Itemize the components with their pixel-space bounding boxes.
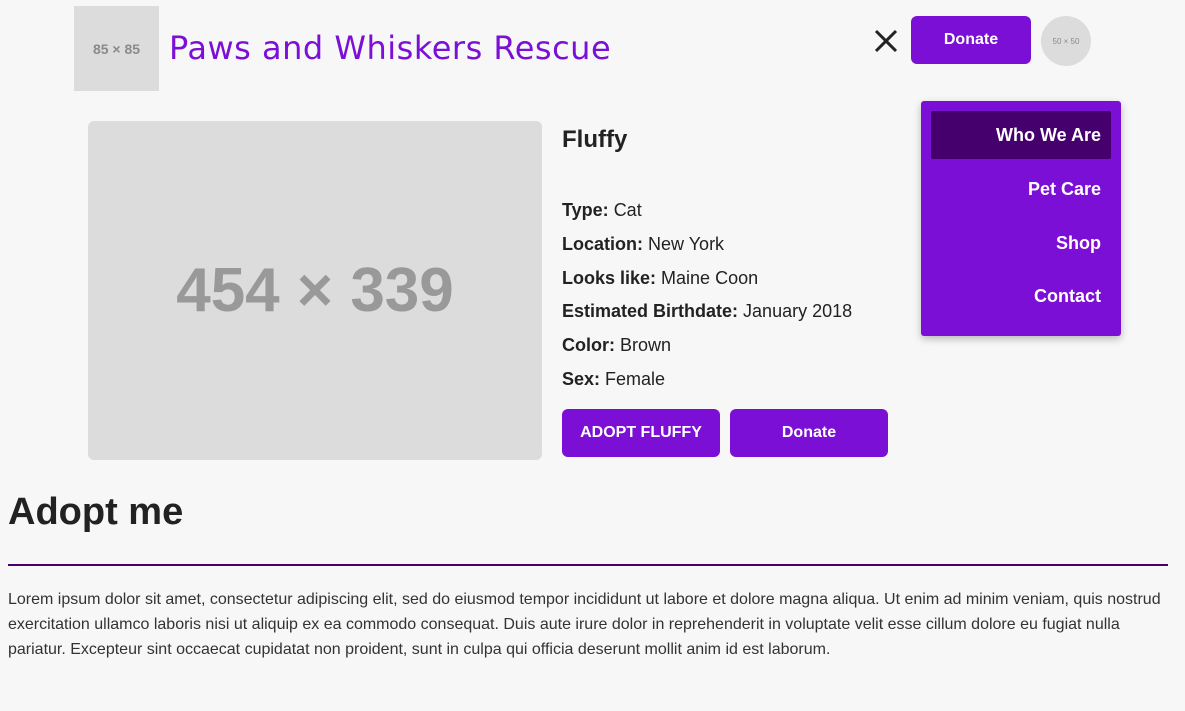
detail-label: Looks like: bbox=[562, 268, 657, 288]
pet-detail-color: Color: Brown bbox=[562, 333, 671, 357]
detail-value: January 2018 bbox=[743, 301, 853, 321]
close-menu-button[interactable] bbox=[871, 26, 901, 56]
menu-item-contact[interactable]: Contact bbox=[931, 272, 1111, 320]
pet-detail-location: Location: New York bbox=[562, 232, 724, 256]
adopt-button[interactable]: ADOPT FLUFFY bbox=[562, 409, 720, 457]
pet-detail-type: Type: Cat bbox=[562, 198, 642, 222]
close-icon bbox=[874, 29, 898, 53]
pet-donate-button[interactable]: Donate bbox=[730, 409, 888, 457]
section-divider bbox=[8, 564, 1168, 566]
detail-label: Estimated Birthdate: bbox=[562, 301, 739, 321]
menu-item-pet-care[interactable]: Pet Care bbox=[931, 165, 1111, 213]
avatar[interactable]: 50 × 50 bbox=[1041, 16, 1091, 66]
detail-value: New York bbox=[648, 234, 725, 254]
section-heading: Adopt me bbox=[8, 491, 184, 533]
detail-label: Type: bbox=[562, 200, 609, 220]
header-donate-button[interactable]: Donate bbox=[911, 16, 1031, 64]
detail-label: Location: bbox=[562, 234, 643, 254]
pet-name: Fluffy bbox=[562, 126, 628, 153]
section-body-text: Lorem ipsum dolor sit amet, consectetur … bbox=[8, 591, 1161, 658]
pet-detail-looks-like: Looks like: Maine Coon bbox=[562, 266, 758, 290]
pet-detail-birthdate: Estimated Birthdate: January 2018 bbox=[562, 299, 852, 323]
detail-value: Maine Coon bbox=[661, 268, 759, 288]
nav-dropdown-menu: Who We Are Pet Care Shop Contact bbox=[921, 101, 1121, 336]
detail-value: Brown bbox=[620, 335, 672, 355]
site-logo[interactable]: 85 × 85 bbox=[74, 6, 159, 91]
detail-label: Color: bbox=[562, 335, 615, 355]
pet-image: 454 × 339 bbox=[88, 121, 542, 460]
site-title[interactable]: Paws and Whiskers Rescue bbox=[169, 26, 611, 70]
detail-value: Cat bbox=[613, 200, 642, 220]
menu-item-shop[interactable]: Shop bbox=[931, 219, 1111, 267]
menu-item-who-we-are[interactable]: Who We Are bbox=[931, 111, 1111, 159]
detail-value: Female bbox=[605, 369, 666, 389]
detail-label: Sex: bbox=[562, 369, 601, 389]
pet-detail-sex: Sex: Female bbox=[562, 367, 665, 391]
